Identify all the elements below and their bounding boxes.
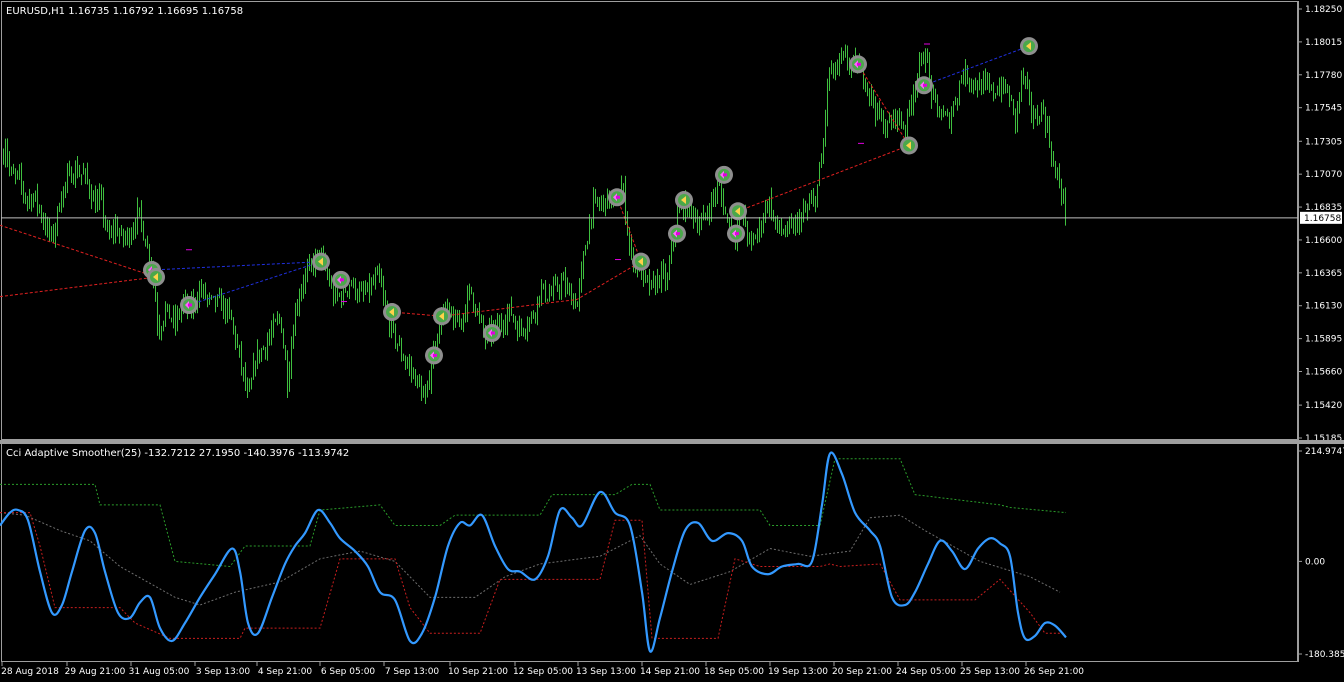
time-tick-label: 28 Aug 2018 xyxy=(1,667,59,677)
time-tick-label: 26 Sep 21:00 xyxy=(1024,667,1084,677)
price-chart-title: EURUSD,H1 1.16735 1.16792 1.16695 1.1675… xyxy=(6,6,243,17)
price-tick-label: 1.18250 xyxy=(1305,5,1342,15)
price-tick-label: 1.16835 xyxy=(1305,203,1342,213)
signal-marker[interactable] xyxy=(608,188,626,207)
signal-marker[interactable] xyxy=(312,252,330,271)
price-tick-label: 1.17545 xyxy=(1305,104,1342,114)
time-tick-label: 18 Sep 05:00 xyxy=(704,667,764,677)
price-tick-label: 1.16600 xyxy=(1305,236,1342,246)
time-tick-label: 29 Aug 21:00 xyxy=(65,667,126,677)
current-price-text: 1.16758 xyxy=(1304,214,1341,224)
signal-marker[interactable] xyxy=(675,191,693,210)
time-tick-label: 12 Sep 05:00 xyxy=(513,667,573,677)
trading-terminal: EURUSD,H1 1.16735 1.16792 1.16695 1.1675… xyxy=(0,0,1344,682)
price-tick-label: 1.16365 xyxy=(1305,269,1342,279)
marker-dot xyxy=(723,173,727,177)
time-tick-label: 25 Sep 13:00 xyxy=(960,667,1020,677)
marker-dot xyxy=(923,83,927,87)
price-tick-label: 1.15660 xyxy=(1305,368,1342,378)
signal-marker[interactable] xyxy=(483,324,501,343)
indicator-tick-label: -180.3852 xyxy=(1305,650,1344,660)
time-tick-label: 31 Aug 05:00 xyxy=(129,667,190,677)
time-tick-label: 13 Sep 13:00 xyxy=(576,667,636,677)
background xyxy=(0,0,1344,682)
price-tick-label: 1.17070 xyxy=(1305,170,1342,180)
time-tick-label: 14 Sep 21:00 xyxy=(640,667,700,677)
time-tick-label: 7 Sep 13:00 xyxy=(385,667,440,677)
signal-marker[interactable] xyxy=(715,165,733,184)
signal-marker[interactable] xyxy=(915,76,933,95)
time-tick-label: 19 Sep 13:00 xyxy=(768,667,828,677)
marker-dot xyxy=(188,303,192,307)
current-price-label: 1.16758 xyxy=(1300,211,1342,224)
price-tick-label: 1.17780 xyxy=(1305,71,1342,81)
time-tick-label: 20 Sep 21:00 xyxy=(832,667,892,677)
time-tick-label: 10 Sep 21:00 xyxy=(448,667,508,677)
signal-marker[interactable] xyxy=(900,136,918,155)
time-tick-label: 3 Sep 13:00 xyxy=(196,667,251,677)
signal-marker[interactable] xyxy=(383,303,401,322)
indicator-tick-label: 0.00 xyxy=(1305,557,1325,567)
signal-marker[interactable] xyxy=(433,307,451,326)
marker-dot xyxy=(676,232,680,236)
indicator-tick-label: 214.9747 xyxy=(1305,447,1344,457)
signal-marker[interactable] xyxy=(668,224,686,243)
signal-marker[interactable] xyxy=(727,224,745,243)
signal-marker[interactable] xyxy=(849,55,867,74)
signal-marker[interactable] xyxy=(147,268,165,287)
time-tick-label: 6 Sep 05:00 xyxy=(321,667,376,677)
signal-marker[interactable] xyxy=(332,270,350,289)
price-tick-label: 1.16130 xyxy=(1305,302,1342,312)
marker-dot xyxy=(735,232,739,236)
time-tick-label: 4 Sep 21:00 xyxy=(258,667,313,677)
price-tick-label: 1.17305 xyxy=(1305,137,1342,147)
price-tick-label: 1.15895 xyxy=(1305,335,1342,345)
indicator-title: Cci Adaptive Smoother(25) -132.7212 27.1… xyxy=(6,448,349,459)
marker-dot xyxy=(340,278,344,282)
marker-dot xyxy=(857,62,861,66)
signal-marker[interactable] xyxy=(1020,37,1038,56)
marker-dot xyxy=(433,353,437,357)
time-tick-label: 24 Sep 05:00 xyxy=(896,667,956,677)
price-tick-label: 1.18015 xyxy=(1305,38,1342,48)
signal-marker[interactable] xyxy=(632,252,650,271)
signal-marker[interactable] xyxy=(180,296,198,315)
marker-dot xyxy=(491,331,495,335)
price-tick-label: 1.15420 xyxy=(1305,401,1342,411)
marker-dot xyxy=(616,195,620,199)
signal-marker[interactable] xyxy=(425,346,443,365)
